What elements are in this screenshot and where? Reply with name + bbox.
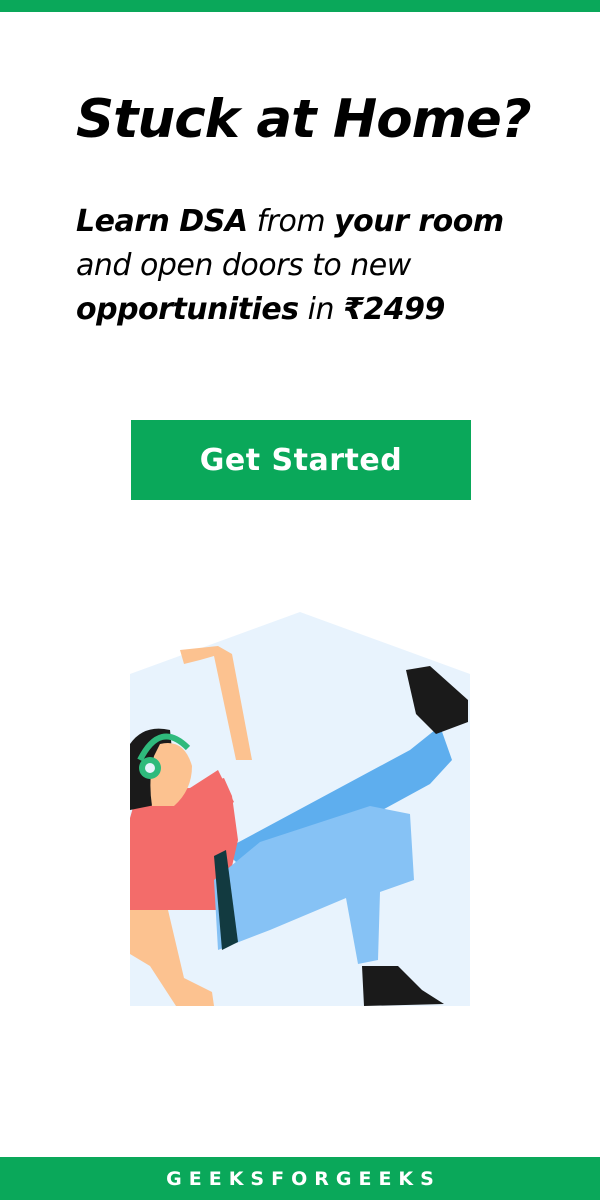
tagline-emphasis-opportunities: opportunities bbox=[76, 292, 299, 327]
tagline-line-2: and open doors to new bbox=[76, 248, 411, 283]
tagline-emphasis-room: your room bbox=[334, 204, 504, 239]
brand-name: GEEKSFORGEEKS bbox=[166, 1167, 441, 1190]
tagline: Learn DSA from your room and open doors … bbox=[76, 200, 556, 332]
tagline-line-3: opportunities in ₹2499 bbox=[76, 288, 556, 332]
tagline-emphasis-dsa: Learn DSA bbox=[76, 204, 248, 239]
footer-bar: GEEKSFORGEEKS bbox=[0, 1157, 600, 1200]
get-started-button[interactable]: Get Started bbox=[131, 420, 471, 500]
price-label: ₹2499 bbox=[343, 292, 445, 327]
tagline-text: from bbox=[247, 204, 335, 239]
page-headline: Stuck at Home? bbox=[76, 89, 532, 150]
tagline-text: in bbox=[298, 292, 344, 327]
tagline-line-1: Learn DSA from your room bbox=[76, 200, 556, 244]
top-accent-bar bbox=[0, 0, 600, 12]
person-relaxing-illustration bbox=[130, 612, 470, 1006]
